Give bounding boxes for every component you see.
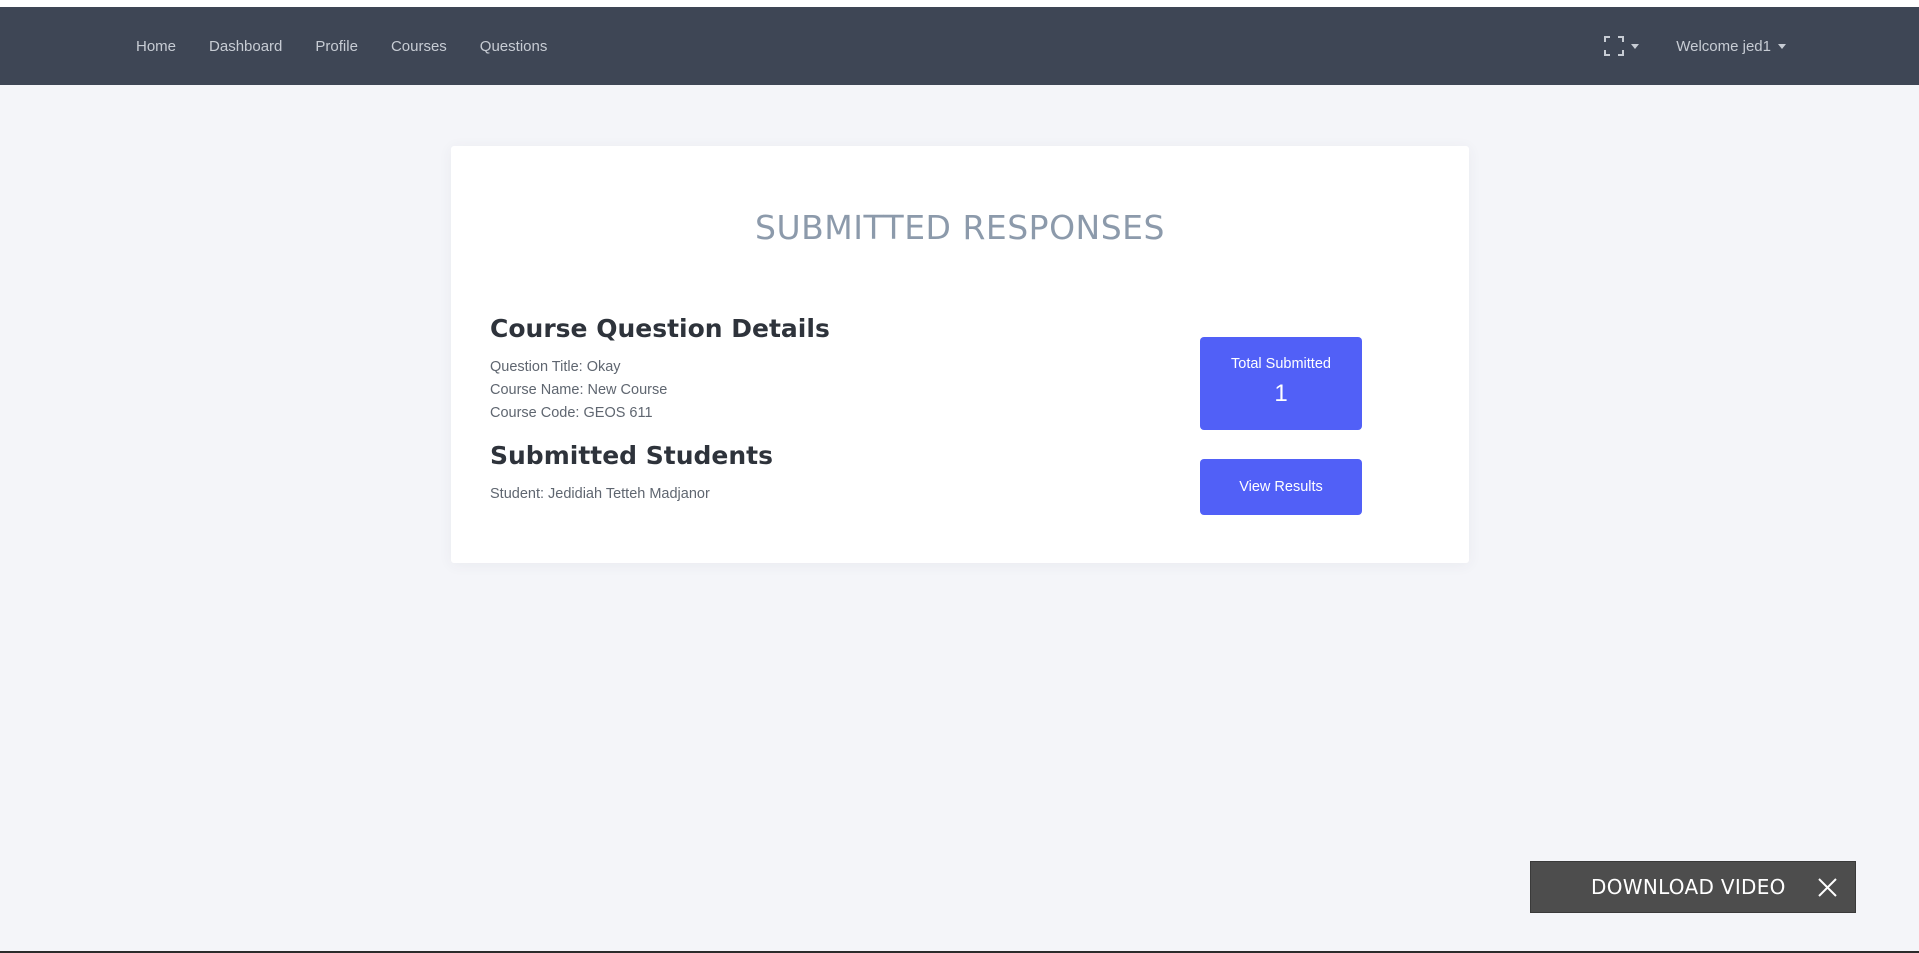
close-icon[interactable] bbox=[1818, 878, 1837, 897]
course-code-text: Course Code: GEOS 611 bbox=[490, 405, 653, 421]
user-menu-toggle[interactable]: Welcome jed1 bbox=[1676, 38, 1786, 55]
responses-card: SUBMITTED RESPONSES Course Question Deta… bbox=[451, 146, 1469, 563]
chevron-down-icon bbox=[1631, 43, 1640, 49]
fullscreen-icon bbox=[1604, 36, 1625, 56]
nav-profile-link[interactable]: Profile bbox=[315, 38, 358, 55]
nav-home-link[interactable]: Home bbox=[136, 38, 176, 55]
page-title: SUBMITTED RESPONSES bbox=[755, 208, 1165, 247]
fullscreen-dropdown-toggle[interactable] bbox=[1604, 36, 1640, 56]
student-name-text: Student: Jedidiah Tetteh Madjanor bbox=[490, 486, 710, 502]
question-title-text: Question Title: Okay bbox=[490, 359, 621, 375]
nav-dashboard-link[interactable]: Dashboard bbox=[209, 38, 282, 55]
total-submitted-box: Total Submitted 1 bbox=[1200, 337, 1362, 430]
welcome-label: Welcome jed1 bbox=[1676, 37, 1771, 55]
nav-courses-link[interactable]: Courses bbox=[391, 38, 447, 55]
view-results-button[interactable]: View Results bbox=[1200, 459, 1362, 515]
course-details-heading: Course Question Details bbox=[490, 314, 830, 343]
chevron-down-icon bbox=[1778, 43, 1786, 49]
total-submitted-value: 1 bbox=[1274, 380, 1288, 407]
top-navbar: Home Dashboard Profile Courses Questions… bbox=[0, 7, 1919, 85]
download-video-bar[interactable]: DOWNLOAD VIDEO bbox=[1530, 861, 1856, 913]
total-submitted-label: Total Submitted bbox=[1231, 356, 1331, 372]
browser-top-strip bbox=[0, 0, 1919, 7]
nav-links: Home Dashboard Profile Courses Questions bbox=[136, 7, 580, 85]
download-video-label: DOWNLOAD VIDEO bbox=[1591, 875, 1786, 899]
nav-questions-link[interactable]: Questions bbox=[480, 38, 548, 55]
nav-right: Welcome jed1 bbox=[1604, 7, 1786, 85]
course-name-text: Course Name: New Course bbox=[490, 382, 668, 398]
submitted-students-heading: Submitted Students bbox=[490, 441, 774, 470]
